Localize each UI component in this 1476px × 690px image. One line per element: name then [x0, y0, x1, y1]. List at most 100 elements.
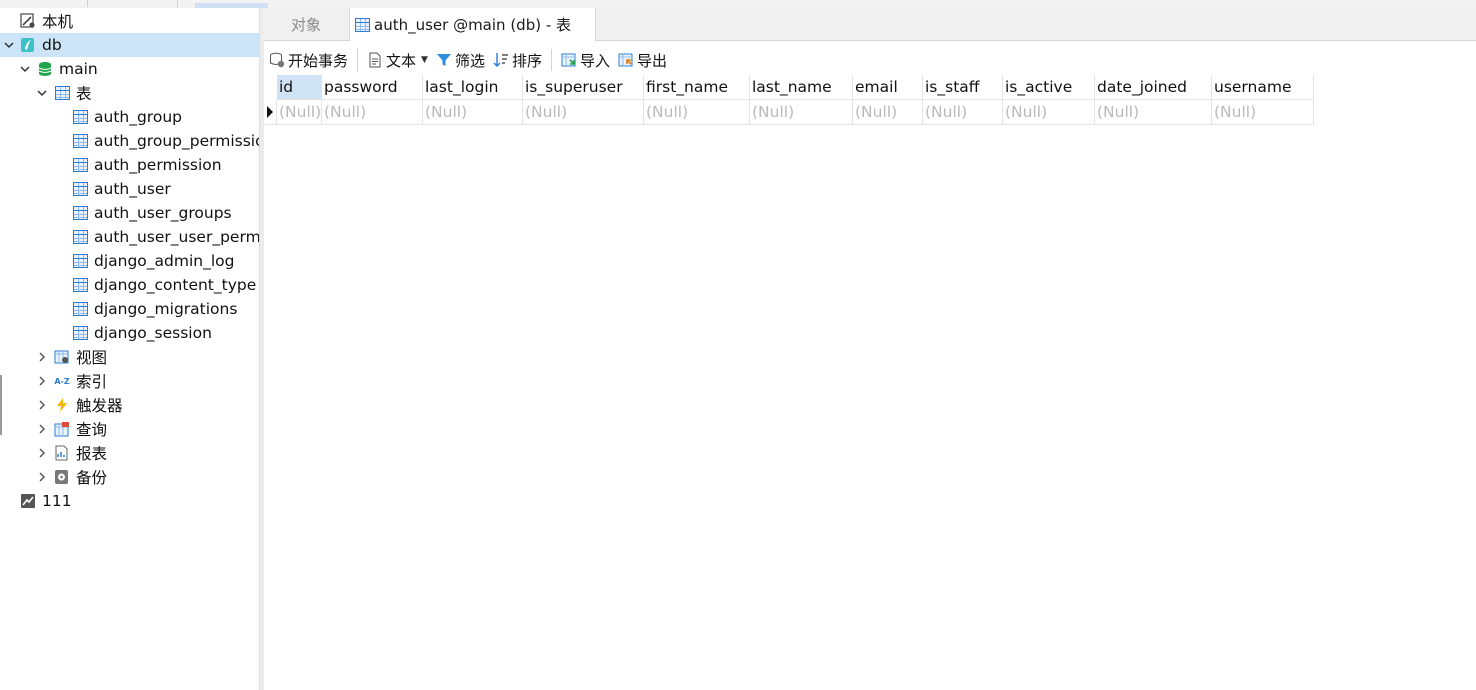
column-header[interactable]: email — [853, 75, 923, 100]
tree-item-label: 备份 — [76, 469, 108, 487]
chevron-right-icon[interactable] — [35, 470, 49, 484]
column-header[interactable]: first_name — [644, 75, 750, 100]
toolbar-separator — [357, 49, 359, 71]
tree-item-label: 触发器 — [76, 397, 123, 415]
tree-item-table[interactable]: auth_permission — [0, 153, 259, 177]
tree-item-table[interactable]: auth_user_groups — [0, 201, 259, 225]
tree-item-db[interactable]: db — [0, 33, 259, 57]
sort-label: 排序 — [511, 51, 542, 70]
table-cell[interactable]: (Null) — [423, 100, 523, 125]
tree-item-table[interactable]: django_content_type — [0, 273, 259, 297]
pc-connection-icon — [20, 13, 36, 29]
tree-item-table[interactable]: django_migrations — [0, 297, 259, 321]
table-cell[interactable]: (Null) — [277, 100, 322, 125]
tree-item-connection-111[interactable]: 111 — [0, 489, 259, 513]
tree-item-tables[interactable]: 表 — [0, 81, 259, 105]
import-button[interactable]: 导入 — [557, 47, 614, 73]
tree-item-table[interactable]: django_session — [0, 321, 259, 345]
begin-transaction-label: 开始事务 — [288, 51, 349, 70]
tab-auth-user-table[interactable]: auth_user @main (db) - 表 — [350, 8, 596, 41]
table-cell[interactable]: (Null) — [853, 100, 923, 125]
chevron-right-icon[interactable] — [35, 422, 49, 436]
navigation-tree: 本机 db main 表 auth_group auth_group_permi… — [0, 8, 259, 690]
table-icon — [72, 181, 88, 197]
table-icon — [72, 301, 88, 317]
column-header[interactable]: is_active — [1003, 75, 1095, 100]
window-edge — [0, 375, 2, 435]
filter-button[interactable]: 筛选 — [432, 47, 489, 73]
table-toolbar: 开始事务 文本 ▼ 筛选 排序 导入 导出 — [263, 45, 1476, 75]
column-header[interactable]: last_login — [423, 75, 523, 100]
tree-item-main[interactable]: main — [0, 57, 259, 81]
tree-item-table[interactable]: auth_group — [0, 105, 259, 129]
text-view-button[interactable]: 文本 ▼ — [363, 47, 432, 73]
column-header[interactable]: last_name — [750, 75, 853, 100]
document-icon — [367, 52, 383, 68]
table-folder-icon — [54, 85, 70, 101]
dropdown-caret-icon[interactable]: ▼ — [421, 55, 428, 65]
chevron-right-icon[interactable] — [35, 350, 49, 364]
toolbar-divider — [87, 0, 88, 7]
sort-icon — [493, 52, 509, 68]
tree-item-table[interactable]: auth_user_user_permissions — [0, 225, 259, 249]
tree-item-label: 报表 — [76, 445, 108, 463]
filter-label: 筛选 — [454, 51, 485, 70]
table-icon — [72, 277, 88, 293]
table-icon — [72, 325, 88, 341]
tree-item-table[interactable]: auth_group_permissions — [0, 129, 259, 153]
transaction-icon — [269, 52, 285, 68]
begin-transaction-button[interactable]: 开始事务 — [265, 47, 352, 73]
tree-item-reports[interactable]: 报表 — [0, 441, 259, 465]
tree-item-backups[interactable]: 备份 — [0, 465, 259, 489]
connection-icon — [20, 493, 36, 509]
column-header[interactable]: date_joined — [1095, 75, 1212, 100]
chevron-right-icon[interactable] — [35, 374, 49, 388]
import-label: 导入 — [579, 51, 610, 70]
table-cell[interactable]: (Null) — [750, 100, 853, 125]
table-icon — [72, 229, 88, 245]
tree-item-table[interactable]: django_admin_log — [0, 249, 259, 273]
column-header[interactable]: is_superuser — [523, 75, 644, 100]
tree-item-triggers[interactable]: 触发器 — [0, 393, 259, 417]
export-button[interactable]: 导出 — [614, 47, 671, 73]
export-label: 导出 — [637, 51, 668, 70]
tree-item-label: django_session — [94, 324, 212, 342]
tree-item-label: auth_group — [94, 108, 182, 126]
current-row-indicator[interactable] — [263, 100, 277, 125]
tree-item-table[interactable]: auth_user — [0, 177, 259, 201]
tree-item-label: 111 — [42, 492, 72, 510]
column-header[interactable]: username — [1212, 75, 1314, 100]
column-header[interactable]: is_staff — [923, 75, 1003, 100]
table-cell[interactable]: (Null) — [322, 100, 423, 125]
tree-item-label: db — [42, 36, 62, 54]
table-cell[interactable]: (Null) — [923, 100, 1003, 125]
chevron-right-icon[interactable] — [35, 398, 49, 412]
table-cell[interactable]: (Null) — [1095, 100, 1212, 125]
tree-item-label: 查询 — [76, 421, 108, 439]
column-header[interactable]: password — [322, 75, 423, 100]
chevron-right-icon[interactable] — [35, 446, 49, 460]
table-cell[interactable]: (Null) — [1212, 100, 1314, 125]
tab-objects[interactable]: 对象 — [263, 8, 350, 40]
table-cell[interactable]: (Null) — [644, 100, 750, 125]
chevron-down-icon[interactable] — [18, 62, 32, 76]
table-row[interactable]: (Null) (Null) (Null) (Null) (Null) (Null… — [263, 100, 1314, 125]
row-header-corner — [263, 75, 277, 100]
tree-item-label: 表 — [76, 85, 92, 103]
toolbar-divider — [177, 0, 178, 7]
chevron-down-icon[interactable] — [2, 38, 16, 52]
tab-label: 对象 — [290, 15, 321, 34]
chevron-down-icon[interactable] — [35, 86, 49, 100]
table-cell[interactable]: (Null) — [523, 100, 644, 125]
tree-item-indexes[interactable]: A-Z 索引 — [0, 369, 259, 393]
tree-item-label: 索引 — [76, 373, 108, 391]
tree-item-local[interactable]: 本机 — [0, 9, 259, 33]
tree-item-views[interactable]: 视图 — [0, 345, 259, 369]
database-icon — [37, 61, 53, 77]
sort-button[interactable]: 排序 — [489, 47, 546, 73]
tree-item-queries[interactable]: 查询 — [0, 417, 259, 441]
tree-item-label: auth_user_user_permissions — [94, 228, 259, 246]
import-icon — [561, 52, 577, 68]
column-header[interactable]: id — [277, 75, 322, 100]
table-cell[interactable]: (Null) — [1003, 100, 1095, 125]
